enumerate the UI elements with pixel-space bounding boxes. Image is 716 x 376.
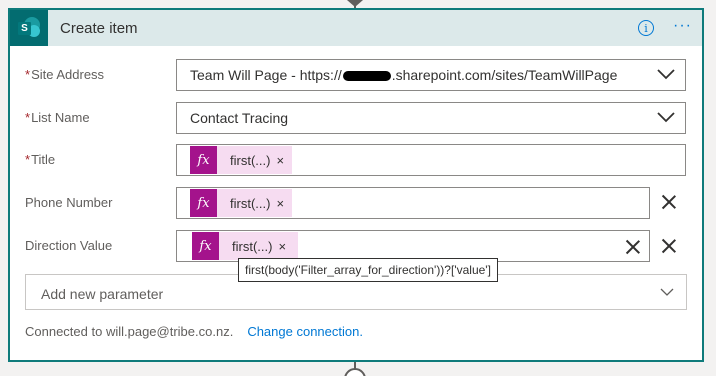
list-name-value: Contact Tracing [190, 110, 289, 126]
site-address-value: Team Will Page - https://.sharepoint.com… [190, 67, 618, 83]
expression-token[interactable]: fx first(...) × [190, 146, 293, 174]
token-remove-button[interactable]: × [278, 239, 286, 254]
add-parameter-placeholder: Add new parameter [41, 286, 164, 302]
card-header[interactable]: S Create item i ··· [10, 10, 702, 46]
token-remove-button[interactable]: × [276, 153, 284, 168]
remove-field-close-icon[interactable] [661, 238, 677, 254]
arrow-down-icon [347, 0, 363, 7]
add-step-circle-icon[interactable] [344, 368, 366, 376]
token-label: first(...) [232, 238, 273, 254]
list-name-dropdown[interactable]: Contact Tracing [176, 102, 686, 134]
fx-icon: fx [192, 232, 219, 260]
card-title[interactable]: Create item [60, 20, 138, 37]
token-label: first(...) [230, 195, 271, 211]
remove-field-close-icon[interactable] [661, 194, 677, 210]
title-label: *Title [25, 152, 56, 167]
chevron-down-icon[interactable] [657, 111, 675, 123]
site-address-label: *Site Address [25, 67, 105, 82]
direction-value-label: Direction Value [25, 238, 113, 253]
sharepoint-icon: S [10, 10, 48, 46]
expression-tooltip: first(body('Filter_array_for_direction')… [238, 258, 498, 282]
chevron-down-icon[interactable] [660, 287, 674, 297]
clear-input-close-icon[interactable] [625, 239, 641, 255]
expression-token[interactable]: fx first(...) × [192, 232, 299, 260]
connected-text: Connected to will.page@tribe.co.nz. [25, 324, 234, 339]
change-connection-link[interactable]: Change connection. [247, 324, 363, 339]
list-name-label: *List Name [25, 110, 90, 125]
title-input[interactable]: fx first(...) × [176, 144, 686, 176]
site-address-dropdown[interactable]: Team Will Page - https://.sharepoint.com… [176, 59, 686, 91]
phone-number-input[interactable]: fx first(...) × [176, 187, 650, 219]
token-remove-button[interactable]: × [276, 196, 284, 211]
create-item-card: S Create item i ··· *Site Address Team W… [8, 8, 704, 362]
chevron-down-icon[interactable] [657, 68, 675, 80]
fx-icon: fx [190, 146, 217, 174]
connection-footer: Connected to will.page@tribe.co.nz. Chan… [25, 324, 363, 339]
redacted-text [342, 71, 391, 82]
more-options-icon[interactable]: ··· [673, 18, 692, 34]
phone-number-label: Phone Number [25, 195, 113, 210]
expression-token[interactable]: fx first(...) × [190, 189, 293, 217]
fx-icon: fx [190, 189, 217, 217]
info-icon[interactable]: i [638, 20, 654, 36]
token-label: first(...) [230, 152, 271, 168]
